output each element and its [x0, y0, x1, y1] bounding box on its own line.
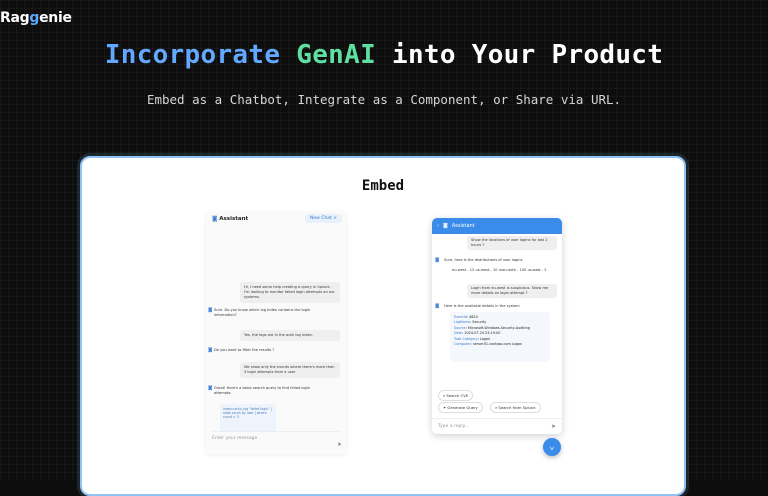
search-icon: ⌕ [495, 405, 498, 410]
bot-avatar-icon: ◙ [208, 348, 213, 353]
hero-subtitle: Embed as a Chatbot, Integrate as a Compo… [146, 92, 622, 107]
send-icon[interactable]: ➤ [551, 423, 556, 430]
chat-message-bot: Sure, here is the distributions of user … [444, 258, 523, 262]
chat-message-user: Yes, the logs are in the auth log index. [240, 330, 340, 341]
assistant-header: ◙ Assistant [212, 216, 248, 222]
chevron-down-icon[interactable]: ⌄ [543, 438, 561, 456]
brand-accent: g [29, 10, 40, 26]
hero-title: Incorporate GenAI into Your Product [0, 40, 768, 70]
event-details: EventId: 4624 LogName: Security Source: … [450, 312, 550, 362]
detail-row: Computer: server01.contoso.com Logon [454, 342, 523, 347]
embed-panel: Embed ◙ Assistant New Chat × Hi, I need … [80, 156, 686, 496]
sparkle-icon: ✦ [443, 405, 447, 410]
suggestion-chip[interactable]: ✦ Generate Query [438, 402, 483, 413]
suggestion-chip[interactable]: ⌕ Search CVE [438, 390, 474, 401]
code-block: index=auth_log "failed login" | stats co… [220, 404, 276, 432]
send-icon[interactable]: ➤ [337, 441, 342, 448]
message-input[interactable]: Enter your message [212, 431, 340, 448]
back-chevron-icon[interactable]: ‹ [437, 223, 439, 229]
chat-message-user: Login from eu-west is suspicious. Show m… [467, 284, 557, 298]
assistant-header: ‹ ◙ Assistant [432, 218, 562, 234]
assistant-title: Assistant [451, 223, 475, 229]
chat-message-bot: Do you want to filter the results ? [214, 348, 275, 352]
brand-prefix: Rag [0, 10, 30, 26]
chat-message-bot: Here is the available details in the sys… [444, 304, 520, 308]
bot-avatar-icon: ◙ [435, 258, 440, 263]
chat-message-user: We show only the events where there's mo… [240, 362, 340, 378]
hero-title-part1: Incorporate [104, 40, 281, 70]
brand-suffix: enie [39, 10, 72, 26]
suggestion-chip[interactable]: ⌕ Search from Splunk [490, 402, 541, 413]
chat-widget-left: ◙ Assistant New Chat × Hi, I need some h… [206, 212, 346, 454]
chat-message-user: Hi, I need some help creating a query in… [240, 282, 340, 303]
robot-icon: ◙ [212, 216, 218, 222]
location-counts: eu-west - 12 us-west - 10 use-north - 10… [452, 268, 547, 272]
hero-title-part3: into Your Product [392, 40, 664, 70]
bot-avatar-icon: ◙ [435, 304, 440, 309]
message-input[interactable]: Type a reply... [432, 418, 562, 434]
chat-message-user: Show the locations of user logins for la… [467, 236, 557, 250]
chat-message-bot: Great! Here's a basic search query to fi… [214, 386, 311, 395]
panel-title: Embed [361, 178, 405, 194]
search-icon: ⌕ [443, 393, 446, 398]
assistant-title: Assistant [219, 216, 249, 222]
chat-widget-right: ‹ ◙ Assistant Show the locations of user… [432, 218, 562, 434]
hero-title-part2: GenAI [296, 40, 377, 70]
robot-icon: ◙ [443, 223, 448, 229]
chat-message-bot: Sure. Do you know which log index contai… [214, 308, 311, 317]
new-chat-button[interactable]: New Chat × [305, 214, 342, 223]
brand-logo[interactable]: Raggenie [0, 10, 72, 26]
bot-avatar-icon: ◙ [208, 308, 213, 313]
bot-avatar-icon: ◙ [208, 386, 213, 391]
